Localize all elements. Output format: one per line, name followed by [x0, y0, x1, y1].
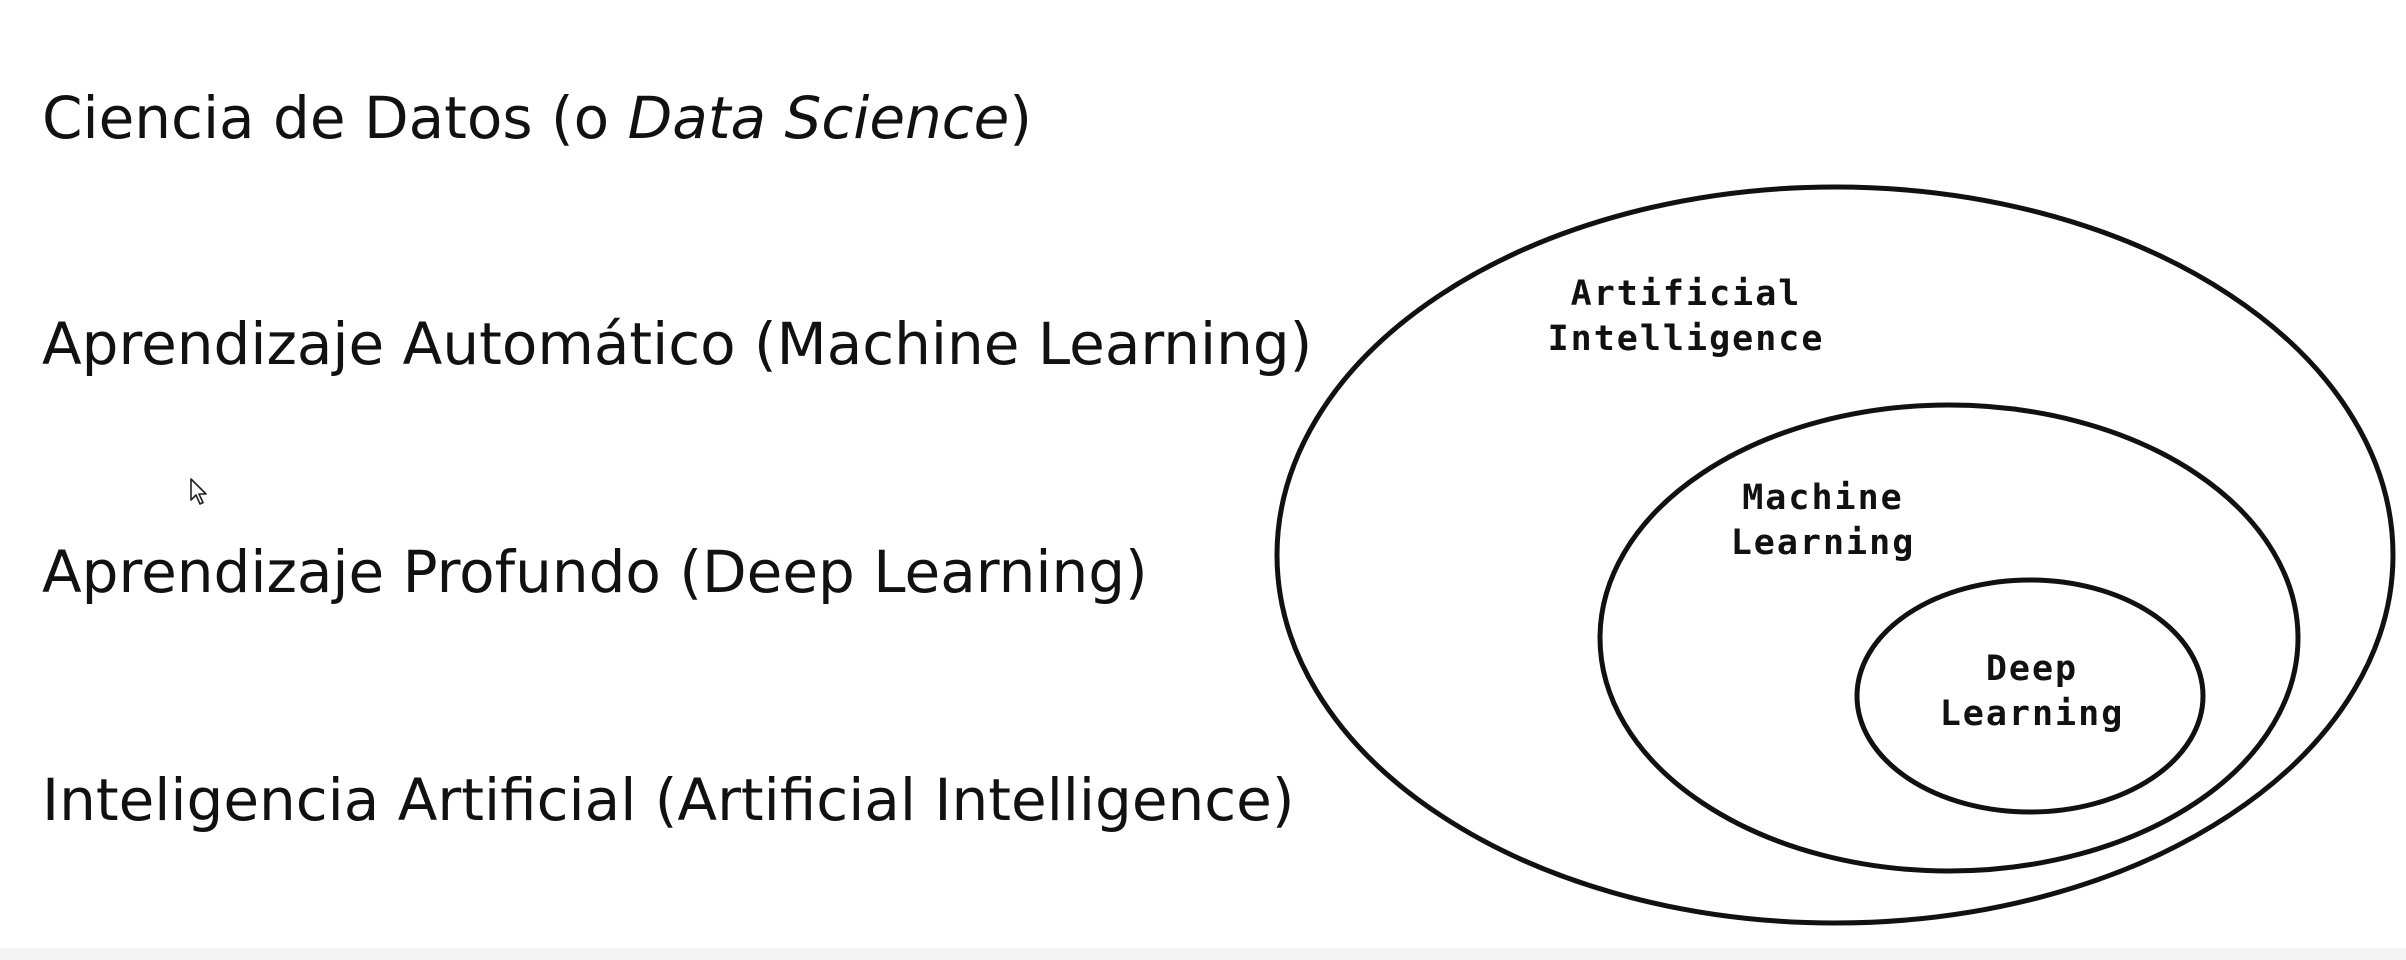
deep-learning-heading: Aprendizaje Profundo (Deep Learning)	[42, 538, 1148, 606]
ai-ml-dl-venn-diagram: Artificial Intelligence Machine Learning…	[1270, 170, 2406, 950]
data-science-suffix: )	[1009, 84, 1033, 152]
deep-learning-label-line2: Learning	[1940, 694, 2125, 734]
slide: Ciencia de Datos (o Data Science) Aprend…	[0, 0, 2406, 960]
bottom-edge-strip	[0, 948, 2406, 960]
data-science-heading: Ciencia de Datos (o Data Science)	[42, 82, 1032, 154]
data-science-prefix: Ciencia de Datos (o	[42, 84, 628, 152]
mouse-cursor-icon	[190, 478, 208, 506]
data-science-emphasis: Data Science	[627, 84, 1010, 152]
artificial-intelligence-label-line1: Artificial	[1571, 274, 1802, 314]
machine-learning-heading: Aprendizaje Automático (Machine Learning…	[42, 310, 1313, 378]
artificial-intelligence-heading: Inteligencia Artificial (Artificial Inte…	[42, 766, 1295, 834]
machine-learning-label-line1: Machine	[1742, 478, 1904, 518]
deep-learning-label-line1: Deep	[1986, 649, 2078, 689]
artificial-intelligence-label-line2: Intelligence	[1548, 319, 1825, 359]
machine-learning-label-line2: Learning	[1731, 523, 1916, 563]
